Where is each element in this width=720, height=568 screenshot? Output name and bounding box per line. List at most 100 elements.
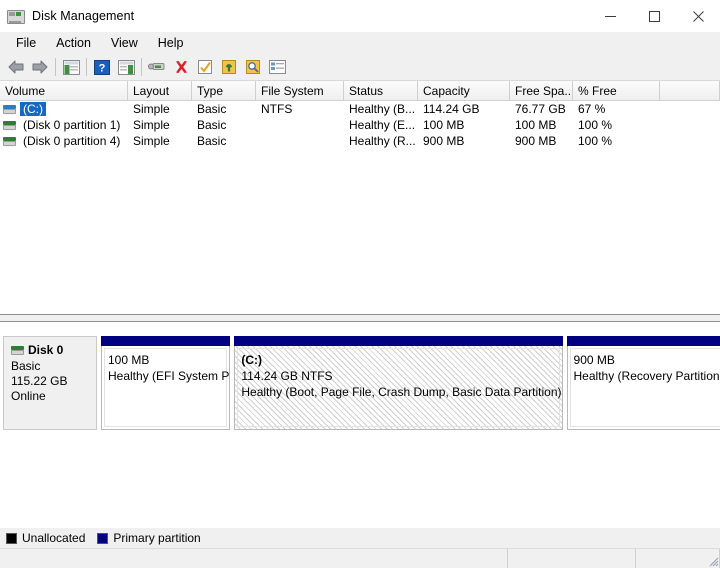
close-button[interactable]	[676, 0, 720, 32]
legend-swatch-unallocated	[6, 532, 17, 544]
drive-icon-partition	[3, 136, 16, 146]
cell-free-space: 100 MB	[515, 118, 557, 132]
volume-list-pane: Volume Layout Type File System Status Capacit…	[0, 81, 720, 314]
volume-name: (C:)	[20, 102, 46, 116]
disk-name: Disk 0	[28, 343, 64, 357]
cell-status: Healthy (B...	[349, 102, 416, 116]
cell-file-system: NTFS	[261, 102, 293, 116]
column-header-capacity[interactable]: Capacity	[418, 81, 510, 100]
rescan-disks-icon[interactable]	[217, 55, 241, 79]
column-header-blank[interactable]	[660, 81, 720, 100]
back-icon[interactable]	[4, 55, 28, 79]
column-header-file-system[interactable]: File System	[256, 81, 344, 100]
cell-capacity: 100 MB	[423, 118, 465, 132]
table-row[interactable]: (C:) Simple Basic NTFS Healthy (B... 114.24 G…	[0, 101, 720, 117]
cell-layout: Simple	[133, 118, 170, 132]
disk-size: 115.22 GB	[11, 374, 68, 388]
forward-icon[interactable]	[28, 55, 52, 79]
cell-capacity: 114.24 GB	[423, 102, 480, 116]
menu-view[interactable]: View	[101, 33, 148, 53]
column-header-status[interactable]: Status	[344, 81, 418, 100]
partition-status: Healthy (Recovery Partition)	[573, 369, 720, 383]
partition-block[interactable]: (C:) 114.24 GB NTFS Healthy (Boot, Page Fi…	[234, 336, 563, 430]
table-row[interactable]: (Disk 0 partition 1) Simple Basic Healthy (…	[0, 117, 720, 133]
toolbar-separator	[86, 58, 87, 76]
view-list-icon[interactable]	[265, 55, 289, 79]
partition-size: 114.24 GB NTFS	[241, 369, 333, 383]
legend-item-primary-partition: Primary partition	[97, 531, 201, 545]
toolbar: ?	[0, 54, 720, 81]
disk-management-icon	[7, 7, 25, 25]
column-header-free-spa[interactable]: Free Spa...	[510, 81, 573, 100]
disk-type: Basic	[11, 359, 41, 373]
legend: Unallocated Primary partition	[0, 527, 720, 548]
properties-icon[interactable]	[145, 55, 169, 79]
partition-block[interactable]: 900 MB Healthy (Recovery Partition)	[566, 336, 720, 430]
partition-size: 100 MB	[108, 353, 150, 367]
cell-layout: Simple	[133, 102, 170, 116]
cell-type: Basic	[197, 118, 227, 132]
minimize-button[interactable]	[588, 0, 632, 32]
partition-label: (C:)	[241, 353, 263, 367]
delete-icon[interactable]	[169, 55, 193, 79]
cell-type: Basic	[197, 102, 227, 116]
maximize-button[interactable]	[632, 0, 676, 32]
svg-text:?: ?	[99, 62, 106, 74]
cell-percent-free: 67 %	[578, 102, 606, 116]
disk-info-panel[interactable]: Disk 0 Basic 115.22 GB Online	[3, 336, 97, 430]
cell-status: Healthy (R...	[349, 134, 416, 148]
status-bar	[0, 548, 720, 568]
partition-body: (C:) 114.24 GB NTFS Healthy (Boot, Page Fi…	[234, 346, 563, 430]
table-row[interactable]: (Disk 0 partition 4) Simple Basic Healthy (…	[0, 133, 720, 149]
legend-label-primary-partition: Primary partition	[113, 531, 201, 545]
legend-label-unallocated: Unallocated	[22, 531, 86, 545]
drive-icon-c	[3, 104, 16, 114]
column-header-layout[interactable]: Layout	[128, 81, 192, 100]
partition-body: 100 MB Healthy (EFI System P	[101, 346, 231, 430]
refresh-icon[interactable]	[193, 55, 217, 79]
cell-percent-free: 100 %	[578, 134, 613, 148]
cell-volume: (Disk 0 partition 4)	[0, 133, 128, 149]
cell-percent-free: 100 %	[578, 118, 613, 132]
partition-strip: 100 MB Healthy (EFI System P (C:) 114.24 GB…	[101, 336, 720, 430]
disk-management-window: Disk Management File Action View Help ? …	[0, 0, 720, 568]
window-controls	[588, 0, 720, 32]
resize-grip-icon[interactable]	[707, 555, 719, 567]
pane-splitter[interactable]	[0, 314, 720, 322]
column-header-free[interactable]: % Free	[573, 81, 660, 100]
graphical-view-pane: Disk 0 Basic 115.22 GB Online 100 MB Heal…	[0, 322, 720, 527]
legend-swatch-primary-partition	[97, 532, 109, 544]
disk-title: Disk 0	[11, 343, 96, 357]
partition-body: 900 MB Healthy (Recovery Partition)	[566, 346, 720, 430]
partition-header-bar	[101, 336, 231, 346]
menu-action[interactable]: Action	[46, 33, 101, 53]
legend-item-unallocated: Unallocated	[6, 531, 85, 545]
cell-file-system	[256, 117, 344, 133]
show-hide-action-pane-icon[interactable]	[114, 55, 138, 79]
cell-type: Basic	[197, 134, 227, 148]
disk-row: Disk 0 Basic 115.22 GB Online 100 MB Heal…	[3, 336, 720, 430]
volume-name: (Disk 0 partition 4)	[23, 134, 121, 148]
show-hide-console-tree-icon[interactable]	[59, 55, 83, 79]
help-icon[interactable]: ?	[90, 55, 114, 79]
menu-bar: File Action View Help	[0, 32, 720, 54]
column-header-volume[interactable]: Volume	[0, 81, 128, 100]
partition-block[interactable]: 100 MB Healthy (EFI System P	[101, 336, 231, 430]
export-list-icon[interactable]	[241, 55, 265, 79]
partition-status: Healthy (Boot, Page File, Crash Dump, Ba…	[241, 385, 562, 399]
disk-state: Online	[11, 389, 46, 403]
cell-layout: Simple	[133, 134, 170, 148]
cell-file-system	[256, 133, 344, 149]
partition-header-bar	[566, 336, 720, 346]
column-header-type[interactable]: Type	[192, 81, 256, 100]
cell-free-space: 900 MB	[515, 134, 557, 148]
cell-free-space: 76.77 GB	[515, 102, 566, 116]
title-bar: Disk Management	[0, 0, 720, 32]
window-title: Disk Management	[32, 9, 135, 23]
menu-file[interactable]: File	[6, 33, 46, 53]
cell-capacity: 900 MB	[423, 134, 465, 148]
toolbar-separator	[55, 58, 56, 76]
menu-help[interactable]: Help	[148, 33, 194, 53]
partition-size: 900 MB	[573, 353, 615, 367]
partition-header-bar	[234, 336, 563, 346]
